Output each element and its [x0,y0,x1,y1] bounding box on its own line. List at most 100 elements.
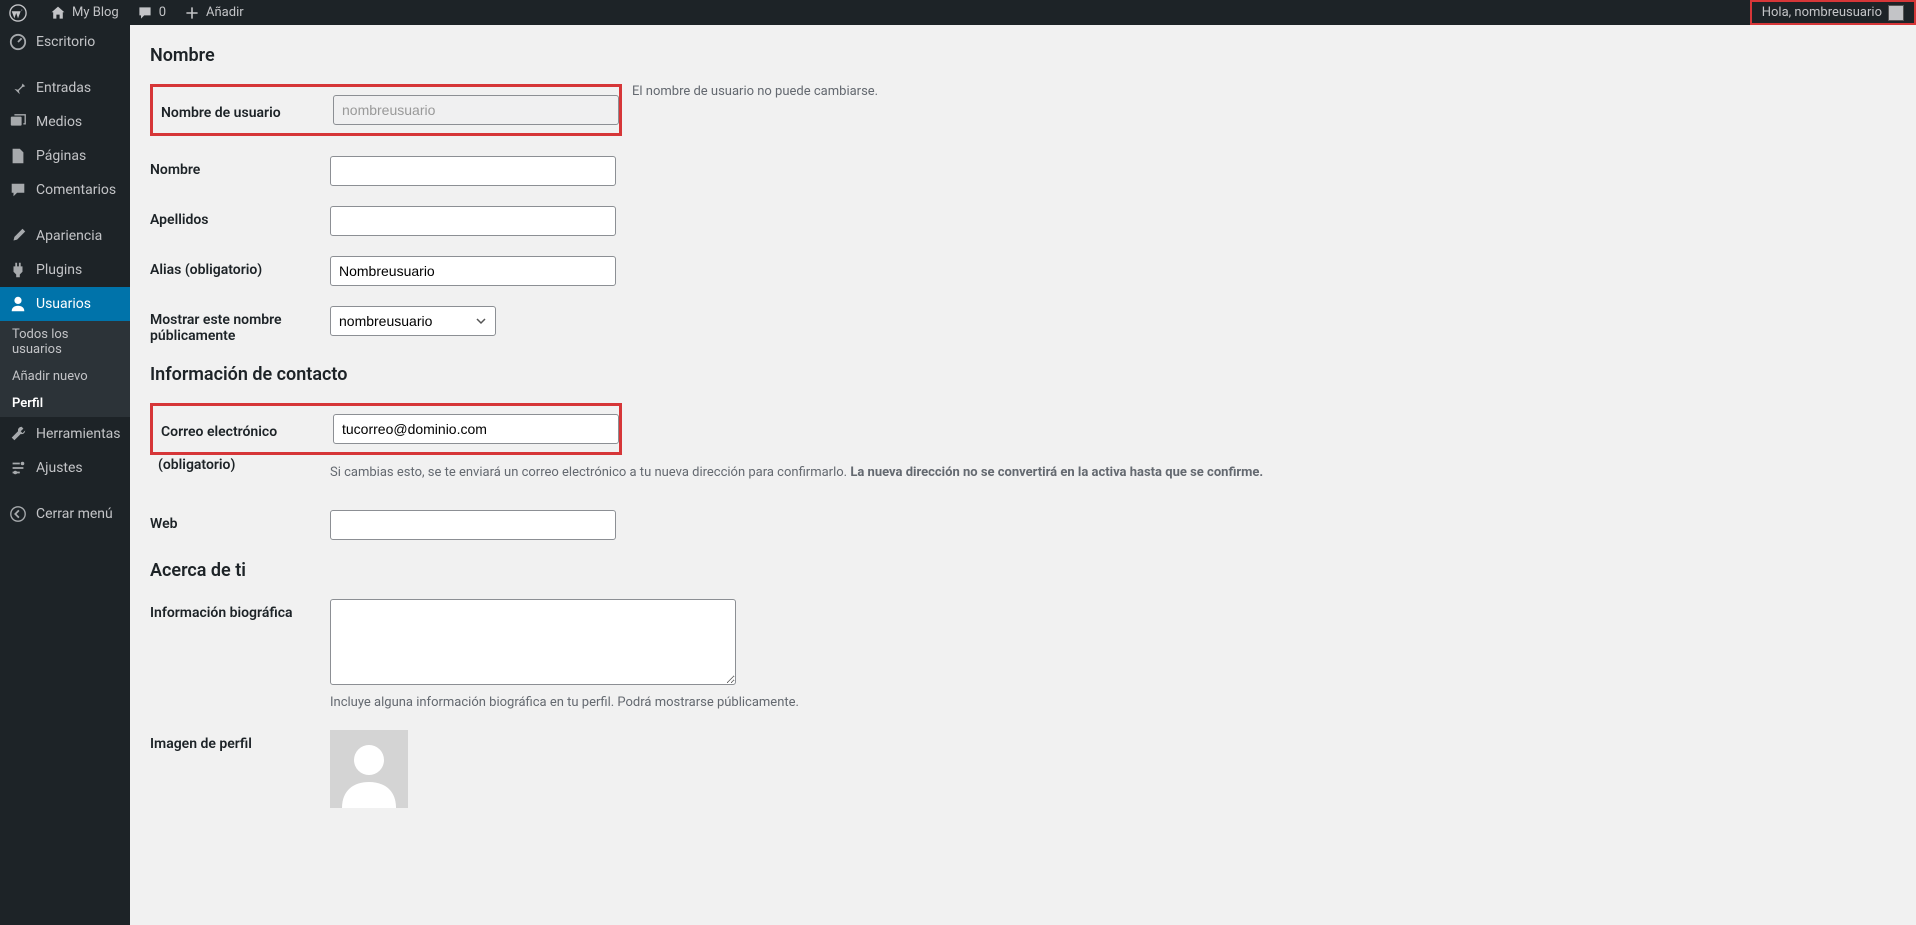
add-new-link[interactable]: Añadir [174,0,252,25]
last-name-label: Apellidos [150,206,330,228]
comment-icon [135,3,155,23]
section-heading-name: Nombre [150,45,1896,66]
email-desc-bold: La nueva dirección no se convertirá en l… [850,465,1263,480]
sidebar-label: Páginas [36,148,86,164]
first-name-field-wrap [330,156,1896,186]
sidebar-item-comments[interactable]: Comentarios [0,173,130,207]
email-input[interactable] [333,414,619,444]
wrench-icon [8,424,28,444]
first-name-label: Nombre [150,156,330,178]
web-label: Web [150,510,330,532]
bio-label: Información biográfica [150,599,330,621]
last-name-field-wrap [330,206,1896,236]
row-nickname: Alias (obligatorio) [150,256,1896,286]
section-heading-contact: Información de contacto [150,364,1896,385]
web-input[interactable] [330,510,616,540]
highlight-username: Nombre de usuario [150,84,622,136]
page-icon [8,146,28,166]
admin-topbar: My Blog 0 Añadir Hola, nombreusuario [0,0,1916,25]
sidebar-label: Ajustes [36,460,83,476]
comments-link[interactable]: 0 [127,0,174,25]
row-avatar: Imagen de perfil [150,730,1896,808]
sidebar-submenu-users: Todos los usuarios Añadir nuevo Perfil [0,321,130,417]
avatar-field-wrap [330,730,1896,808]
web-field-wrap [330,510,1896,540]
email-field-wrap [333,414,619,444]
row-display-name: Mostrar este nombre públicamente nombreu… [150,306,1896,344]
section-heading-about: Acerca de ti [150,560,1896,581]
sidebar-label: Escritorio [36,34,95,50]
sidebar-item-pages[interactable]: Páginas [0,139,130,173]
sidebar-item-users[interactable]: Usuarios [0,287,130,321]
media-icon [8,112,28,132]
sidebar-item-posts[interactable]: Entradas [0,71,130,105]
wp-logo[interactable] [0,0,40,25]
plus-icon [182,3,202,23]
comment-icon [8,180,28,200]
sidebar-label: Cerrar menú [36,506,113,522]
row-username: Nombre de usuario El nombre de usuario n… [150,84,1896,136]
email-desc-wrap: Si cambias esto, se te enviará un correo… [150,459,1896,480]
nickname-label: Alias (obligatorio) [150,256,330,278]
sidebar-sub-add-new[interactable]: Añadir nuevo [0,363,130,390]
username-field-wrap [333,95,619,125]
avatar-label: Imagen de perfil [150,730,330,752]
email-label: Correo electrónico [161,418,333,440]
dashboard-icon [8,32,28,52]
sidebar-item-appearance[interactable]: Apariencia [0,219,130,253]
user-avatar-icon [1888,5,1904,21]
sidebar-label: Usuarios [36,296,91,312]
sidebar-item-plugins[interactable]: Plugins [0,253,130,287]
sidebar-item-tools[interactable]: Herramientas [0,417,130,451]
sidebar-item-media[interactable]: Medios [0,105,130,139]
username-label: Nombre de usuario [161,99,333,121]
greeting-text: Hola, nombreusuario [1762,5,1882,20]
row-web: Web [150,510,1896,540]
username-desc: El nombre de usuario no puede cambiarse. [632,84,878,99]
add-new-label: Añadir [206,5,244,20]
username-input [333,95,619,125]
site-name-link[interactable]: My Blog [40,0,127,25]
settings-icon [8,458,28,478]
bio-field-wrap: Incluye alguna información biográfica en… [330,599,1896,710]
plugin-icon [8,260,28,280]
sidebar-label: Herramientas [36,426,121,442]
home-icon [48,3,68,23]
site-name-label: My Blog [72,5,119,20]
profile-avatar-icon [330,730,408,808]
admin-sidebar: Escritorio Entradas Medios Páginas Comen… [0,25,130,925]
sidebar-label: Comentarios [36,182,116,198]
user-greeting[interactable]: Hola, nombreusuario [1750,0,1916,25]
wordpress-icon [8,3,28,23]
bio-textarea[interactable] [330,599,736,685]
display-name-select[interactable]: nombreusuario [330,306,496,336]
sidebar-item-collapse[interactable]: Cerrar menú [0,497,130,531]
email-desc-text: Si cambias esto, se te enviará un correo… [330,465,850,480]
comment-count: 0 [159,5,166,20]
nickname-input[interactable] [330,256,616,286]
bio-desc: Incluye alguna información biográfica en… [330,695,1896,710]
sidebar-label: Entradas [36,80,91,96]
row-bio: Información biográfica Incluye alguna in… [150,599,1896,710]
display-name-field-wrap: nombreusuario [330,306,1896,336]
sidebar-label: Apariencia [36,228,102,244]
main-content: Nombre Nombre de usuario El nombre de us… [130,25,1916,868]
user-icon [8,294,28,314]
row-last-name: Apellidos [150,206,1896,236]
email-desc: Si cambias esto, se te enviará un correo… [330,465,1896,480]
collapse-icon [8,504,28,524]
sidebar-label: Medios [36,114,82,130]
sidebar-sub-all-users[interactable]: Todos los usuarios [0,321,130,363]
sidebar-sub-profile[interactable]: Perfil [0,390,130,417]
nickname-field-wrap [330,256,1896,286]
topbar-left: My Blog 0 Añadir [0,0,252,25]
display-name-label: Mostrar este nombre públicamente [150,306,330,344]
pin-icon [8,78,28,98]
first-name-input[interactable] [330,156,616,186]
brush-icon [8,226,28,246]
sidebar-label: Plugins [36,262,82,278]
last-name-input[interactable] [330,206,616,236]
sidebar-item-dashboard[interactable]: Escritorio [0,25,130,59]
row-email: Correo electrónico (obligatorio) Si camb… [150,403,1896,480]
sidebar-item-settings[interactable]: Ajustes [0,451,130,485]
